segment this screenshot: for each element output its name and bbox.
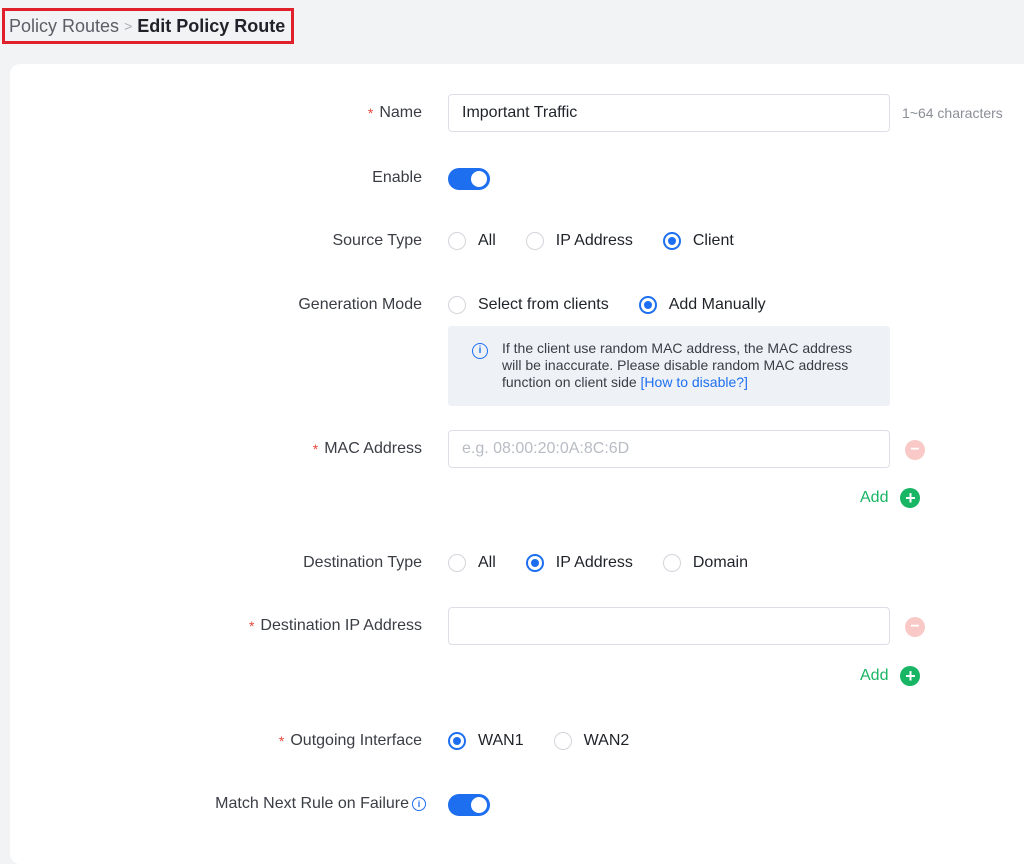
source-type-all[interactable]: All <box>448 232 496 250</box>
enable-label: Enable <box>372 169 422 186</box>
random-mac-notice: i If the client use random MAC address, … <box>448 326 890 406</box>
name-row: * Name 1~64 characters <box>0 94 1024 134</box>
match-next-rule-row: Match Next Rule on Failure i <box>0 793 1024 817</box>
source-type-label: Source Type <box>332 232 422 249</box>
radio-button[interactable] <box>553 732 572 750</box>
required-asterisk: * <box>367 105 374 121</box>
info-icon[interactable]: i <box>412 797 426 811</box>
generation-mode-row: Generation Mode Select from clients Add … <box>0 294 1024 318</box>
add-label: Add <box>860 667 889 684</box>
chevron-right-icon: > <box>124 18 133 34</box>
mac-address-input[interactable] <box>448 430 890 468</box>
radio-button[interactable] <box>448 296 466 314</box>
breadcrumb: Policy Routes > Edit Policy Route <box>2 8 295 44</box>
destination-type-radio-group: All IP Address Domain <box>448 554 778 572</box>
add-label: Add <box>860 489 889 506</box>
destination-ip-row: * Destination IP Address − <box>0 607 1024 647</box>
radio-button[interactable] <box>662 554 681 572</box>
outgoing-interface-label: * Outgoing Interface <box>278 732 422 749</box>
source-type-ip-address[interactable]: IP Address <box>525 232 633 250</box>
match-next-rule-toggle[interactable] <box>448 794 490 816</box>
destination-ip-input[interactable] <box>448 607 890 645</box>
name-label: * Name <box>367 104 422 121</box>
outgoing-interface-row: * Outgoing Interface WAN1 WAN2 <box>0 730 1024 754</box>
source-type-client[interactable]: Client <box>662 232 734 250</box>
destination-ip-add-button[interactable]: Add + <box>860 666 921 686</box>
enable-row: Enable <box>0 167 1024 191</box>
mac-add-row: Add + <box>0 488 1024 510</box>
required-asterisk: * <box>248 618 255 634</box>
radio-button[interactable] <box>448 554 466 572</box>
radio-button-selected[interactable] <box>662 232 681 250</box>
toggle-knob <box>471 797 487 813</box>
generation-mode-label: Generation Mode <box>298 296 422 313</box>
radio-button-selected[interactable] <box>448 732 466 750</box>
info-icon: i <box>472 343 488 359</box>
plus-circle-icon[interactable]: + <box>900 488 921 508</box>
name-input[interactable] <box>448 94 890 132</box>
plus-circle-icon[interactable]: + <box>900 666 921 686</box>
generation-mode-add-manually[interactable]: Add Manually <box>638 296 766 314</box>
generation-mode-select-from-clients[interactable]: Select from clients <box>448 296 609 314</box>
outgoing-interface-wan2[interactable]: WAN2 <box>553 732 629 750</box>
toggle-knob <box>471 171 487 187</box>
mac-add-button[interactable]: Add + <box>860 488 921 508</box>
destination-type-label: Destination Type <box>303 554 422 571</box>
minus-circle-icon[interactable]: − <box>905 440 925 460</box>
destination-type-ip-address[interactable]: IP Address <box>525 554 633 572</box>
generation-mode-radio-group: Select from clients Add Manually <box>448 296 796 314</box>
page-title: Edit Policy Route <box>137 15 286 36</box>
destination-type-all[interactable]: All <box>448 554 496 572</box>
destination-type-row: Destination Type All IP Address Domain <box>0 552 1024 576</box>
how-to-disable-link[interactable]: [How to disable?] <box>641 374 748 390</box>
radio-button[interactable] <box>448 232 466 250</box>
enable-toggle[interactable] <box>448 168 490 190</box>
outgoing-interface-wan1[interactable]: WAN1 <box>448 732 524 750</box>
source-type-radio-group: All IP Address Client <box>448 232 764 250</box>
mac-address-label: * MAC Address <box>312 440 422 457</box>
destination-ip-label: * Destination IP Address <box>248 617 422 634</box>
match-next-rule-label: Match Next Rule on Failure i <box>215 795 426 813</box>
destination-type-domain[interactable]: Domain <box>662 554 748 572</box>
radio-button[interactable] <box>525 232 544 250</box>
destination-ip-add-row: Add + <box>0 666 1024 688</box>
radio-button-selected[interactable] <box>638 296 657 314</box>
breadcrumb-policy-routes-link[interactable]: Policy Routes <box>9 16 119 37</box>
radio-button-selected[interactable] <box>525 554 544 572</box>
mac-address-row: * MAC Address − <box>0 430 1024 470</box>
outgoing-interface-radio-group: WAN1 WAN2 <box>448 732 659 750</box>
notice-text: If the client use random MAC address, th… <box>502 340 853 390</box>
minus-circle-icon[interactable]: − <box>905 617 925 637</box>
name-hint: 1~64 characters <box>902 105 1003 121</box>
source-type-row: Source Type All IP Address Client <box>0 230 1024 254</box>
required-asterisk: * <box>278 733 285 749</box>
required-asterisk: * <box>312 441 319 457</box>
